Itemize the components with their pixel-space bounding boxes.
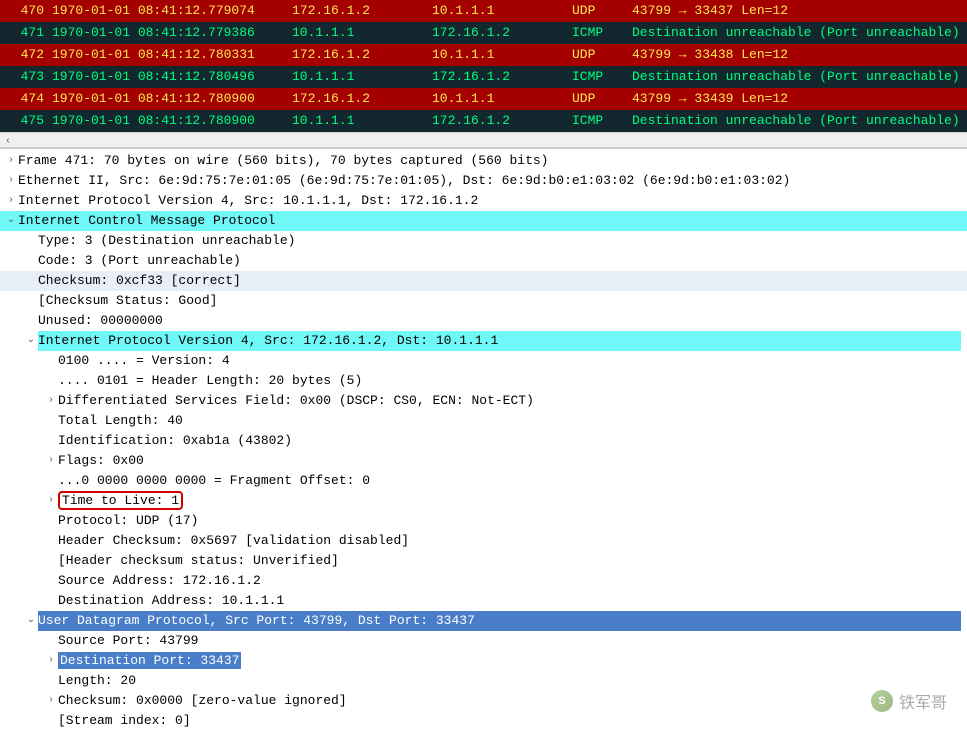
packet-time: 1970-01-01 08:41:12.780496 (48, 66, 288, 88)
inner-ip-identification[interactable]: · Identification: 0xab1a (43802) (0, 431, 967, 451)
packet-info: Destination unreachable (Port unreachabl… (628, 110, 967, 132)
frame-label: Frame 471: 70 bytes on wire (560 bits), … (18, 151, 961, 171)
packet-row[interactable]: 4721970-01-01 08:41:12.780331172.16.1.21… (0, 44, 967, 66)
expand-icon[interactable]: › (44, 691, 58, 711)
packet-src: 172.16.1.2 (288, 44, 428, 66)
inner-ip-dst-addr[interactable]: · Destination Address: 10.1.1.1 (0, 591, 967, 611)
packet-src: 172.16.1.2 (288, 0, 428, 22)
packet-time: 1970-01-01 08:41:12.780900 (48, 110, 288, 132)
icmp-unused[interactable]: · Unused: 00000000 (0, 311, 967, 331)
expand-icon[interactable]: › (44, 651, 58, 671)
icmp-checksum-status[interactable]: · [Checksum Status: Good] (0, 291, 967, 311)
collapse-icon[interactable]: ⌄ (24, 611, 38, 631)
udp-checksum[interactable]: › Checksum: 0x0000 [zero-value ignored] (0, 691, 967, 711)
packet-proto: UDP (568, 44, 628, 66)
h-scrollbar[interactable]: ‹ (0, 132, 967, 148)
packet-src: 172.16.1.2 (288, 88, 428, 110)
packet-src: 10.1.1.1 (288, 66, 428, 88)
inner-ip-src-addr[interactable]: · Source Address: 172.16.1.2 (0, 571, 967, 591)
icmp-type[interactable]: · Type: 3 (Destination unreachable) (0, 231, 967, 251)
packet-info: 43799 → 33438 Len=12 (628, 44, 967, 66)
scroll-left-icon[interactable]: ‹ (0, 133, 16, 149)
packet-no: 473 (0, 66, 48, 88)
packet-proto: ICMP (568, 110, 628, 132)
packet-row[interactable]: 4751970-01-01 08:41:12.78090010.1.1.1172… (0, 110, 967, 132)
packet-info: Destination unreachable (Port unreachabl… (628, 22, 967, 44)
packet-time: 1970-01-01 08:41:12.779074 (48, 0, 288, 22)
packet-src: 10.1.1.1 (288, 110, 428, 132)
inner-ip-node[interactable]: ⌄ Internet Protocol Version 4, Src: 172.… (0, 331, 967, 351)
packet-dst: 10.1.1.1 (428, 44, 568, 66)
expand-icon[interactable]: › (4, 191, 18, 211)
inner-ip-dscp[interactable]: › Differentiated Services Field: 0x00 (D… (0, 391, 967, 411)
expand-icon[interactable]: › (44, 451, 58, 471)
ttl-highlight-box: Time to Live: 1 (58, 491, 183, 510)
icmp-label: Internet Control Message Protocol (18, 211, 961, 231)
inner-ip-hlen[interactable]: · .... 0101 = Header Length: 20 bytes (5… (0, 371, 967, 391)
packet-time: 1970-01-01 08:41:12.780331 (48, 44, 288, 66)
inner-ip-version[interactable]: · 0100 .... = Version: 4 (0, 351, 967, 371)
packet-time: 1970-01-01 08:41:12.780900 (48, 88, 288, 110)
ip-label: Internet Protocol Version 4, Src: 10.1.1… (18, 191, 961, 211)
packet-dst: 10.1.1.1 (428, 0, 568, 22)
inner-ip-protocol[interactable]: · Protocol: UDP (17) (0, 511, 967, 531)
packet-row[interactable]: 4711970-01-01 08:41:12.77938610.1.1.1172… (0, 22, 967, 44)
packet-list[interactable]: 4701970-01-01 08:41:12.779074172.16.1.21… (0, 0, 967, 132)
frame-node[interactable]: › Frame 471: 70 bytes on wire (560 bits)… (0, 151, 967, 171)
expand-icon[interactable]: › (4, 151, 18, 171)
inner-ip-hdr-checksum[interactable]: · Header Checksum: 0x5697 [validation di… (0, 531, 967, 551)
packet-proto: UDP (568, 0, 628, 22)
packet-info: 43799 → 33437 Len=12 (628, 0, 967, 22)
packet-no: 475 (0, 110, 48, 132)
inner-ip-hdr-checksum-status[interactable]: · [Header checksum status: Unverified] (0, 551, 967, 571)
packet-no: 470 (0, 0, 48, 22)
packet-row[interactable]: 4701970-01-01 08:41:12.779074172.16.1.21… (0, 0, 967, 22)
udp-stream-index[interactable]: · [Stream index: 0] (0, 711, 967, 731)
icmp-node[interactable]: ⌄ Internet Control Message Protocol (0, 211, 967, 231)
packet-dst: 10.1.1.1 (428, 88, 568, 110)
collapse-icon[interactable]: ⌄ (4, 211, 18, 231)
watermark-icon: S (871, 690, 893, 712)
packet-dst: 172.16.1.2 (428, 66, 568, 88)
collapse-icon[interactable]: ⌄ (24, 331, 38, 351)
inner-ip-frag-offset[interactable]: · ...0 0000 0000 0000 = Fragment Offset:… (0, 471, 967, 491)
inner-ip-ttl[interactable]: › Time to Live: 1 (0, 491, 967, 511)
packet-details-pane[interactable]: › Frame 471: 70 bytes on wire (560 bits)… (0, 148, 967, 739)
packet-dst: 172.16.1.2 (428, 22, 568, 44)
packet-time: 1970-01-01 08:41:12.779386 (48, 22, 288, 44)
watermark-text: 铁军哥 (899, 689, 947, 713)
packet-info: 43799 → 33439 Len=12 (628, 88, 967, 110)
ip-node[interactable]: › Internet Protocol Version 4, Src: 10.1… (0, 191, 967, 211)
ethernet-label: Ethernet II, Src: 6e:9d:75:7e:01:05 (6e:… (18, 171, 961, 191)
packet-row[interactable]: 4731970-01-01 08:41:12.78049610.1.1.1172… (0, 66, 967, 88)
expand-icon[interactable]: › (44, 491, 58, 511)
watermark: S 铁军哥 (871, 689, 947, 713)
packet-no: 472 (0, 44, 48, 66)
expand-icon[interactable]: › (44, 391, 58, 411)
udp-dst-port[interactable]: › Destination Port: 33437 (0, 651, 967, 671)
inner-ip-total-length[interactable]: · Total Length: 40 (0, 411, 967, 431)
packet-src: 10.1.1.1 (288, 22, 428, 44)
ethernet-node[interactable]: › Ethernet II, Src: 6e:9d:75:7e:01:05 (6… (0, 171, 967, 191)
icmp-code[interactable]: · Code: 3 (Port unreachable) (0, 251, 967, 271)
udp-node[interactable]: ⌄ User Datagram Protocol, Src Port: 4379… (0, 611, 967, 631)
udp-src-port[interactable]: · Source Port: 43799 (0, 631, 967, 651)
packet-dst: 172.16.1.2 (428, 110, 568, 132)
udp-label: User Datagram Protocol, Src Port: 43799,… (38, 611, 961, 631)
packet-row[interactable]: 4741970-01-01 08:41:12.780900172.16.1.21… (0, 88, 967, 110)
icmp-checksum[interactable]: · Checksum: 0xcf33 [correct] (0, 271, 967, 291)
packet-proto: ICMP (568, 22, 628, 44)
packet-no: 471 (0, 22, 48, 44)
packet-no: 474 (0, 88, 48, 110)
packet-info: Destination unreachable (Port unreachabl… (628, 66, 967, 88)
expand-icon[interactable]: › (4, 171, 18, 191)
udp-length[interactable]: · Length: 20 (0, 671, 967, 691)
packet-proto: ICMP (568, 66, 628, 88)
packet-proto: UDP (568, 88, 628, 110)
inner-ip-label: Internet Protocol Version 4, Src: 172.16… (38, 331, 961, 351)
inner-ip-flags[interactable]: › Flags: 0x00 (0, 451, 967, 471)
